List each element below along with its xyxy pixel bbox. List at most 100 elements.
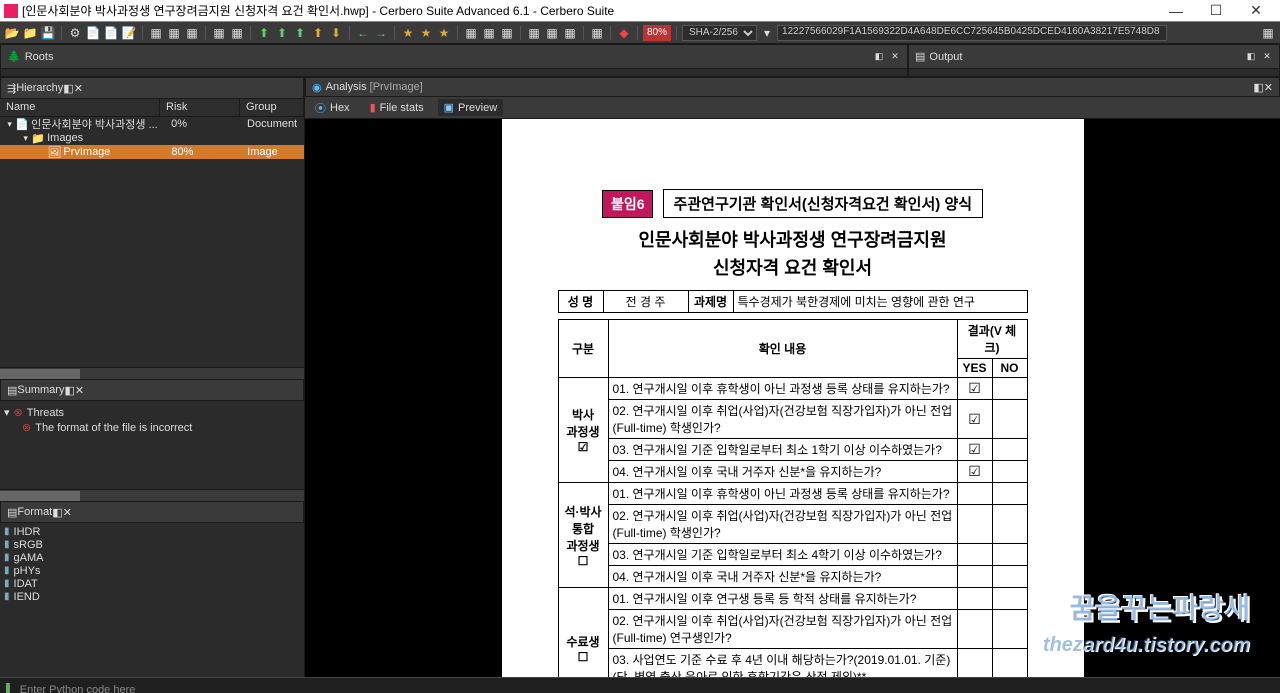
twist-icon[interactable]: ▾ (4, 119, 15, 130)
toolbar-icon[interactable]: ▦ (463, 25, 479, 41)
toolbar-icon[interactable]: ▦ (544, 25, 560, 41)
cell (992, 461, 1027, 483)
hierarchy-tree[interactable]: ▾📄인문사회분야 박사과정생 ...0%Document▾📁Images🖼Prv… (0, 117, 304, 367)
toolbar-icon[interactable]: 📝 (121, 25, 137, 41)
error-icon: ⊗ (14, 406, 23, 419)
format-item[interactable]: ▮pHYs (4, 564, 300, 577)
panel-close-icon[interactable]: ✕ (1264, 82, 1273, 94)
panel-undock-icon[interactable]: ◧ (63, 83, 73, 95)
toolbar-icon[interactable]: ▦ (211, 25, 227, 41)
col-risk[interactable]: Risk (160, 99, 240, 116)
panel-close-icon[interactable]: ✕ (889, 51, 901, 63)
panel-undock-icon[interactable]: ◧ (1253, 82, 1263, 94)
panel-close-icon[interactable]: ✕ (63, 507, 72, 519)
format-item[interactable]: ▮ gAMA (4, 551, 300, 564)
toolbar-icon[interactable]: ⬇ (328, 25, 344, 41)
left-column: ⇶ Hierarchy ◧✕ Name Risk Group ▾📄인문사회분야 … (0, 77, 305, 677)
col-name[interactable]: Name (0, 99, 160, 116)
toolbar-icon[interactable]: ⚙ (67, 25, 83, 41)
toolbar-icon[interactable]: ◆ (616, 25, 632, 41)
toolbar-icon[interactable]: ⬆ (292, 25, 308, 41)
format-item[interactable]: ▮IDAT (4, 577, 300, 590)
toolbar-icon[interactable]: ▦ (229, 25, 245, 41)
scrollbar-thumb[interactable] (0, 369, 80, 379)
file-icon: 📄 (15, 118, 29, 131)
struct-icon: ▮ (4, 552, 10, 563)
tree-row[interactable]: 🖼PrvImage80%Image (0, 145, 304, 159)
toolbar-icon[interactable]: ▦ (148, 25, 164, 41)
toolbar-icon[interactable]: ▦ (499, 25, 515, 41)
toolbar-icon[interactable]: ▦ (166, 25, 182, 41)
nav-back-icon[interactable]: ← (355, 25, 371, 41)
cell: 확인 내용 (608, 320, 957, 378)
format-item[interactable]: ▮IHDR (4, 525, 300, 538)
tab-hex[interactable]: ⦿Hex (309, 98, 356, 118)
format-item[interactable]: ▮sRGB (4, 538, 300, 551)
bookmark-icon[interactable]: ★ (418, 25, 434, 41)
tab-preview[interactable]: ▣Preview (438, 99, 504, 116)
toolbar-icon[interactable]: ▦ (526, 25, 542, 41)
toolbar-icon[interactable]: ⬆ (274, 25, 290, 41)
risk-percent: 80% (643, 25, 671, 41)
scrollbar-thumb[interactable] (0, 491, 80, 501)
toolbar-icon[interactable]: ▦ (184, 25, 200, 41)
python-console[interactable]: ▌ Enter Python code here (0, 677, 1280, 693)
twist-icon[interactable]: ▾ (20, 133, 31, 144)
threat-message-row[interactable]: ⊗ The format of the file is incorrect (4, 420, 300, 435)
bookmark-icon[interactable]: ★ (436, 25, 452, 41)
h-scrollbar[interactable] (0, 367, 304, 379)
panel-close-icon[interactable]: ✕ (1261, 51, 1273, 63)
hash-value[interactable]: 12227566029F1A1569322D4A648DE6CC725645B0… (777, 25, 1167, 41)
toolbar-icon[interactable]: 📄 (85, 25, 101, 41)
tab-filestats[interactable]: ▮File stats (364, 99, 430, 116)
summary-header: ▤ Summary ◧✕ (0, 379, 304, 401)
h-scrollbar[interactable] (0, 489, 304, 501)
cell (957, 483, 992, 505)
format-body[interactable]: ▮IHDR▮sRGB▮ gAMA▮pHYs▮IDAT▮IEND (0, 523, 304, 677)
close-button[interactable]: ✕ (1236, 1, 1276, 21)
toolbar-icon[interactable]: ▦ (562, 25, 578, 41)
document-page: 붙임6 주관연구기관 확인서(신청자격요건 확인서) 양식 인문사회분야 박사과… (502, 119, 1084, 677)
toolbar-icon[interactable]: ▦ (481, 25, 497, 41)
toolbar-icon[interactable]: 📂 (4, 25, 20, 41)
col-group[interactable]: Group (240, 99, 304, 116)
preview-area[interactable]: 붙임6 주관연구기관 확인서(신청자격요건 확인서) 양식 인문사회분야 박사과… (305, 119, 1280, 677)
separator (205, 26, 206, 40)
app-icon (4, 4, 18, 18)
panel-close-icon[interactable]: ✕ (74, 83, 83, 95)
collapse-icon[interactable]: ▾ (4, 406, 10, 419)
format-panel: ▤ Format ◧✕ ▮IHDR▮sRGB▮gAMA▮pHYs▮IDAT▮IE… (0, 501, 304, 677)
hash-algo-select[interactable]: SHA-2/256 (682, 25, 757, 41)
toolbar-icon[interactable]: 📄 (103, 25, 119, 41)
panel-undock-icon[interactable]: ◧ (64, 385, 74, 397)
threats-row[interactable]: ▾ ⊗ Threats (4, 405, 300, 420)
file-icon: 📁 (31, 132, 45, 145)
cell: 02. 연구개시일 이후 취업(사업)자(건강보험 직장가입자)가 아닌 전업(… (608, 505, 957, 544)
cell (992, 544, 1027, 566)
tree-row[interactable]: ▾📁Images (0, 131, 304, 145)
toolbar-icon[interactable]: 💾 (40, 25, 56, 41)
toolbar-icon[interactable]: ▦ (1260, 25, 1276, 41)
panel-undock-icon[interactable]: ◧ (1245, 51, 1257, 63)
check: ☑ (957, 439, 992, 461)
right-column: ◉ Analysis [PrvImage] ◧✕ ⦿Hex ▮File stat… (305, 77, 1280, 677)
tree-row[interactable]: ▾📄인문사회분야 박사과정생 ...0%Document (0, 117, 304, 131)
toolbar-icon[interactable]: ▦ (589, 25, 605, 41)
nav-fwd-icon[interactable]: → (373, 25, 389, 41)
analysis-header: ◉ Analysis [PrvImage] ◧✕ (305, 77, 1280, 97)
toolbar-icon[interactable]: ⬆ (310, 25, 326, 41)
toolbar-icon[interactable]: ⬆ (256, 25, 272, 41)
toolbar-icon[interactable]: 📁 (22, 25, 38, 41)
cell: NO (992, 359, 1027, 378)
maximize-button[interactable]: ☐ (1196, 1, 1236, 21)
panel-close-icon[interactable]: ✕ (75, 385, 84, 397)
bookmark-icon[interactable]: ★ (400, 25, 416, 41)
panel-undock-icon[interactable]: ◧ (873, 51, 885, 63)
format-item[interactable]: ▮IEND (4, 590, 300, 603)
dropdown-icon[interactable]: ▾ (759, 25, 775, 41)
format-name: IDAT (14, 578, 38, 590)
format-name: gAMA (14, 552, 44, 564)
panel-undock-icon[interactable]: ◧ (52, 507, 62, 519)
cell (992, 649, 1027, 678)
minimize-button[interactable]: — (1156, 1, 1196, 21)
